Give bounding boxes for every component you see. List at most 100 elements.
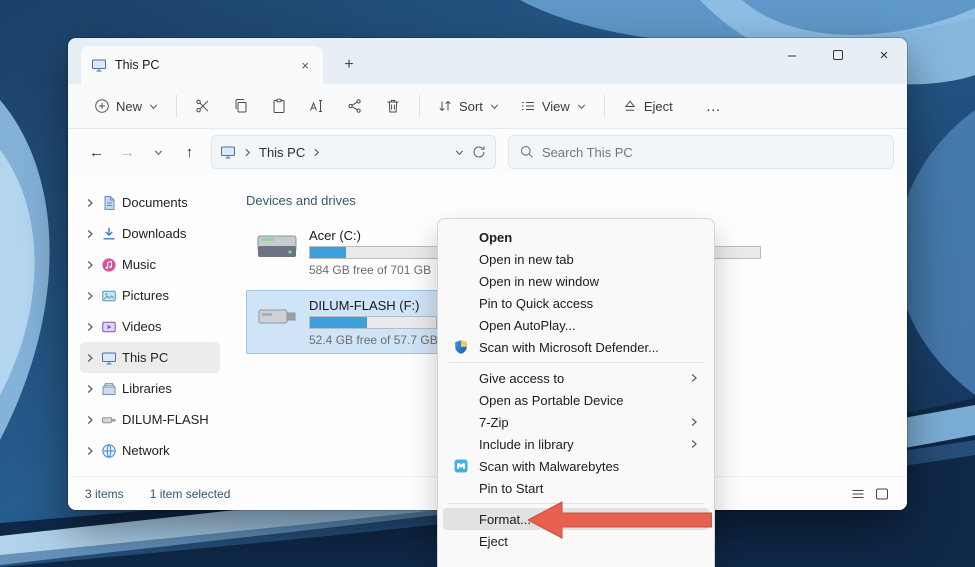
- up-button[interactable]: ↑: [174, 137, 205, 167]
- ellipsis-icon: …: [706, 98, 722, 115]
- menu-item-open-as-portable-device[interactable]: Open as Portable Device: [443, 389, 709, 411]
- sidebar-item-videos[interactable]: Videos: [80, 311, 220, 342]
- share-button[interactable]: [336, 91, 374, 121]
- refresh-icon[interactable]: [471, 144, 487, 160]
- menu-item-label: Pin to Quick access: [479, 296, 593, 311]
- copy-button[interactable]: [222, 91, 260, 121]
- chevron-down-icon: [576, 101, 587, 112]
- search-input[interactable]: [542, 145, 883, 160]
- documents-icon: [101, 195, 117, 211]
- drive-usage-fill: [310, 317, 367, 328]
- rename-button[interactable]: [298, 91, 336, 121]
- forward-button[interactable]: →: [112, 137, 143, 167]
- plus-circle-icon: [94, 98, 110, 114]
- menu-item-pin-to-quick-access[interactable]: Pin to Quick access: [443, 292, 709, 314]
- sidebar-item-libraries[interactable]: Libraries: [80, 373, 220, 404]
- menu-item-open-in-new-window[interactable]: Open in new window: [443, 270, 709, 292]
- menu-item-icon-slot: [453, 458, 479, 474]
- toolbar-separator: [419, 95, 420, 117]
- breadcrumb-chevron-icon: [311, 147, 322, 158]
- sidebar-item-pictures[interactable]: Pictures: [80, 280, 220, 311]
- cut-button[interactable]: [184, 91, 222, 121]
- chevron-right-icon: [84, 383, 96, 395]
- this-pc-icon: [220, 144, 236, 160]
- search-box[interactable]: [508, 135, 894, 169]
- chevron-right-icon: [688, 372, 700, 384]
- chevron-down-icon: [153, 147, 164, 158]
- details-view-button[interactable]: [850, 486, 866, 502]
- view-button[interactable]: View: [510, 92, 597, 120]
- chevron-right-icon: [688, 416, 700, 428]
- new-tab-button[interactable]: +: [335, 51, 363, 79]
- breadcrumb-this-pc[interactable]: This PC: [259, 145, 305, 160]
- menu-item-label: Give access to: [479, 371, 564, 386]
- sidebar-item-dilum-flash[interactable]: DILUM-FLASH: [80, 404, 220, 435]
- pc-icon: [101, 350, 117, 366]
- chevron-right-icon: [84, 197, 96, 209]
- hdd-icon: [255, 227, 299, 267]
- eject-button-label: Eject: [644, 99, 673, 114]
- menu-item-scan-with-microsoft-defender[interactable]: Scan with Microsoft Defender...: [443, 336, 709, 358]
- maximize-icon: [833, 50, 843, 60]
- breadcrumb-chevron-icon: [242, 147, 253, 158]
- drive-tile-dilum-flash-f[interactable]: DILUM-FLASH (F:)52.4 GB free of 57.7 GB: [246, 290, 447, 354]
- malwarebytes-icon: [453, 458, 469, 474]
- chevron-right-icon: [84, 228, 96, 240]
- tab-this-pc[interactable]: This PC ×: [81, 46, 323, 84]
- sidebar-item-downloads[interactable]: Downloads: [80, 218, 220, 249]
- menu-item-open-in-new-tab[interactable]: Open in new tab: [443, 248, 709, 270]
- menu-item-give-access-to[interactable]: Give access to: [443, 367, 709, 389]
- menu-item-open-autoplay[interactable]: Open AutoPlay...: [443, 314, 709, 336]
- paste-button[interactable]: [260, 91, 298, 121]
- tab-title: This PC: [115, 58, 289, 72]
- defender-icon: [453, 339, 469, 355]
- chevron-right-icon: [84, 414, 96, 426]
- sort-button[interactable]: Sort: [427, 92, 510, 120]
- eject-button[interactable]: Eject: [612, 92, 683, 120]
- sidebar-item-documents[interactable]: Documents: [80, 187, 220, 218]
- minimize-button[interactable]: –: [769, 38, 815, 72]
- view-button-label: View: [542, 99, 570, 114]
- menu-item-pin-to-start[interactable]: Pin to Start: [443, 477, 709, 499]
- usb-icon: [101, 412, 117, 428]
- sidebar-item-music[interactable]: Music: [80, 249, 220, 280]
- sidebar-item-label: Music: [122, 257, 156, 272]
- rename-icon: [309, 98, 325, 114]
- menu-item-label: Eject: [479, 534, 508, 549]
- menu-item-scan-with-malwarebytes[interactable]: Scan with Malwarebytes: [443, 455, 709, 477]
- close-button[interactable]: ×: [861, 38, 907, 72]
- menu-item-label: Scan with Microsoft Defender...: [479, 340, 659, 355]
- chevron-down-icon: [489, 101, 500, 112]
- delete-button[interactable]: [374, 91, 412, 121]
- sidebar-item-label: Videos: [122, 319, 162, 334]
- menu-item-include-in-library[interactable]: Include in library: [443, 433, 709, 455]
- paste-icon: [271, 98, 287, 114]
- sidebar-item-label: Libraries: [122, 381, 172, 396]
- back-button[interactable]: ←: [81, 137, 112, 167]
- maximize-button[interactable]: [815, 38, 861, 72]
- thumbnail-view-button[interactable]: [874, 486, 890, 502]
- more-options-button[interactable]: …: [695, 91, 733, 121]
- sidebar-item-label: Downloads: [122, 226, 186, 241]
- chevron-right-icon: [84, 290, 96, 302]
- desktop-screen: This PC × + – × New: [0, 0, 975, 567]
- sort-button-label: Sort: [459, 99, 483, 114]
- sidebar-item-this-pc[interactable]: This PC: [80, 342, 220, 373]
- sidebar-item-label: Documents: [122, 195, 188, 210]
- menu-item-open[interactable]: Open: [443, 226, 709, 248]
- tab-bar: This PC × + – ×: [68, 38, 907, 84]
- cut-icon: [195, 98, 211, 114]
- new-button[interactable]: New: [84, 92, 169, 120]
- sidebar-item-network[interactable]: Network: [80, 435, 220, 466]
- tab-close-icon[interactable]: ×: [297, 58, 313, 73]
- recent-locations-button[interactable]: [143, 137, 174, 167]
- trash-icon: [385, 98, 401, 114]
- group-header-devices-and-drives[interactable]: Devices and drives: [246, 193, 907, 208]
- menu-item-label: Open as Portable Device: [479, 393, 624, 408]
- menu-item-7-zip[interactable]: 7-Zip: [443, 411, 709, 433]
- address-bar[interactable]: This PC: [211, 135, 496, 169]
- chevron-right-icon: [84, 259, 96, 271]
- address-dropdown-icon[interactable]: [454, 147, 465, 158]
- menu-item-label: 7-Zip: [479, 415, 509, 430]
- pictures-icon: [101, 288, 117, 304]
